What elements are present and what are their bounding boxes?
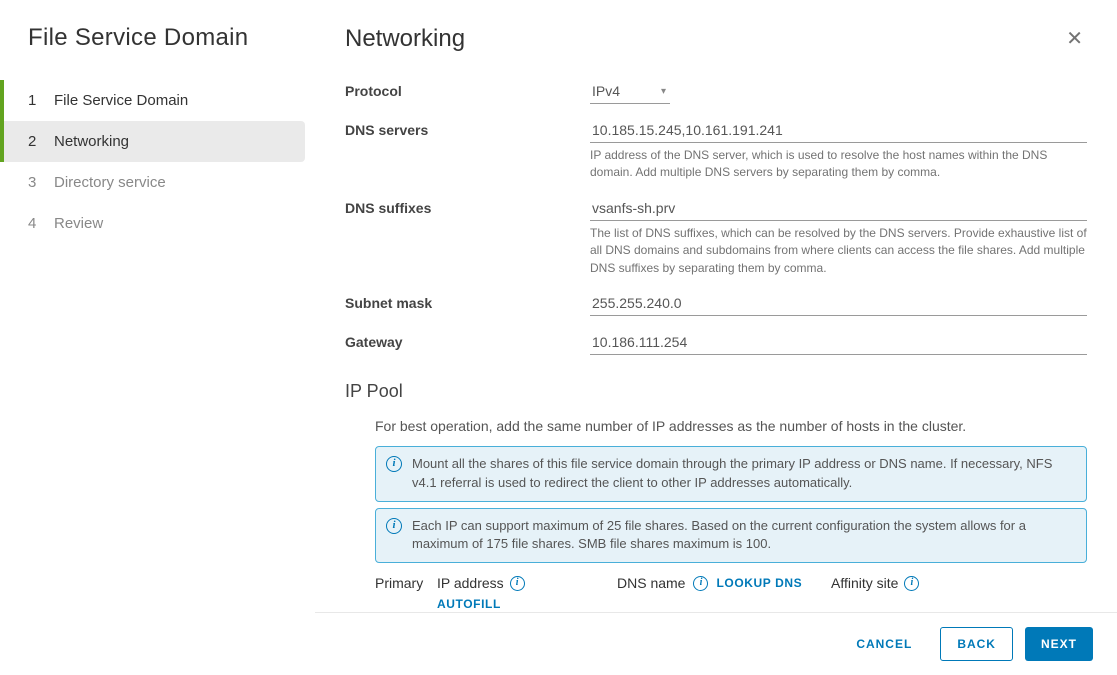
- back-button[interactable]: BACK: [940, 627, 1013, 661]
- nav-step-label: Directory service: [54, 174, 166, 191]
- nav-step-number: 3: [28, 174, 48, 191]
- gateway-input[interactable]: [590, 330, 1087, 355]
- dns-servers-label: DNS servers: [345, 118, 590, 138]
- nav-step-label: Review: [54, 215, 103, 232]
- ip-pool-table: Primary IP address i DNS name i LOOKUP D…: [375, 575, 1087, 612]
- autofill-button[interactable]: AUTOFILL: [437, 597, 501, 611]
- main-header: Networking ✕: [315, 0, 1117, 65]
- nav-step-review[interactable]: 4 Review: [0, 203, 315, 244]
- protocol-row: Protocol IPv4 ▾: [345, 79, 1087, 104]
- subnet-input[interactable]: [590, 291, 1087, 316]
- main-panel: Networking ✕ Protocol IPv4 ▾ DNS servers: [315, 0, 1117, 675]
- sidebar-title: File Service Domain: [28, 24, 315, 52]
- info-referral-text: Mount all the shares of this file servic…: [412, 456, 1052, 490]
- gateway-label: Gateway: [345, 330, 590, 350]
- nav-step-number: 1: [28, 92, 48, 109]
- cancel-button[interactable]: CANCEL: [840, 627, 928, 661]
- col-primary: Primary: [375, 575, 437, 591]
- subnet-row: Subnet mask: [345, 291, 1087, 316]
- dns-suffixes-help: The list of DNS suffixes, which can be r…: [590, 225, 1087, 277]
- dns-suffixes-row: DNS suffixes The list of DNS suffixes, w…: [345, 196, 1087, 277]
- info-icon: i: [386, 456, 402, 472]
- nav-step-networking[interactable]: 2 Networking: [0, 121, 305, 162]
- dns-suffixes-input[interactable]: [590, 196, 1087, 221]
- info-icon[interactable]: i: [904, 576, 919, 591]
- table-header: Primary IP address i DNS name i LOOKUP D…: [375, 575, 1087, 591]
- wizard-sidebar: File Service Domain 1 File Service Domai…: [0, 0, 315, 675]
- page-title: Networking: [345, 25, 465, 53]
- dns-servers-help: IP address of the DNS server, which is u…: [590, 147, 1087, 182]
- lookup-dns-button[interactable]: LOOKUP DNS: [716, 576, 802, 590]
- content-scroll[interactable]: Protocol IPv4 ▾ DNS servers IP address o…: [315, 65, 1117, 612]
- wizard-footer: CANCEL BACK NEXT: [315, 612, 1117, 675]
- info-referral: i Mount all the shares of this file serv…: [375, 446, 1087, 502]
- gateway-row: Gateway: [345, 330, 1087, 355]
- protocol-value: IPv4: [590, 79, 661, 103]
- next-button[interactable]: NEXT: [1025, 627, 1093, 661]
- nav-step-label: File Service Domain: [54, 92, 188, 109]
- nav-step-number: 4: [28, 215, 48, 232]
- nav-step-label: Networking: [54, 133, 129, 150]
- nav-step-directory-service[interactable]: 3 Directory service: [0, 162, 315, 203]
- col-ip: IP address: [437, 575, 504, 591]
- dns-suffixes-label: DNS suffixes: [345, 196, 590, 216]
- close-icon: ✕: [1066, 28, 1083, 50]
- info-icon[interactable]: i: [510, 576, 525, 591]
- info-limits: i Each IP can support maximum of 25 file…: [375, 508, 1087, 564]
- ip-pool-title: IP Pool: [345, 381, 1087, 402]
- info-icon: i: [386, 518, 402, 534]
- protocol-label: Protocol: [345, 79, 590, 99]
- wizard-nav: 1 File Service Domain 2 Networking 3 Dir…: [28, 80, 315, 244]
- nav-step-number: 2: [28, 133, 48, 150]
- subnet-label: Subnet mask: [345, 291, 590, 311]
- chevron-down-icon: ▾: [661, 86, 670, 97]
- dns-servers-row: DNS servers IP address of the DNS server…: [345, 118, 1087, 182]
- close-button[interactable]: ✕: [1062, 22, 1087, 55]
- col-dns: DNS name: [617, 575, 685, 591]
- dns-servers-input[interactable]: [590, 118, 1087, 143]
- ip-pool-desc: For best operation, add the same number …: [375, 418, 1087, 434]
- info-icon[interactable]: i: [693, 576, 708, 591]
- protocol-select[interactable]: IPv4 ▾: [590, 79, 670, 104]
- nav-step-file-service-domain[interactable]: 1 File Service Domain: [0, 80, 315, 121]
- col-affinity: Affinity site: [831, 575, 898, 591]
- info-limits-text: Each IP can support maximum of 25 file s…: [412, 518, 1026, 552]
